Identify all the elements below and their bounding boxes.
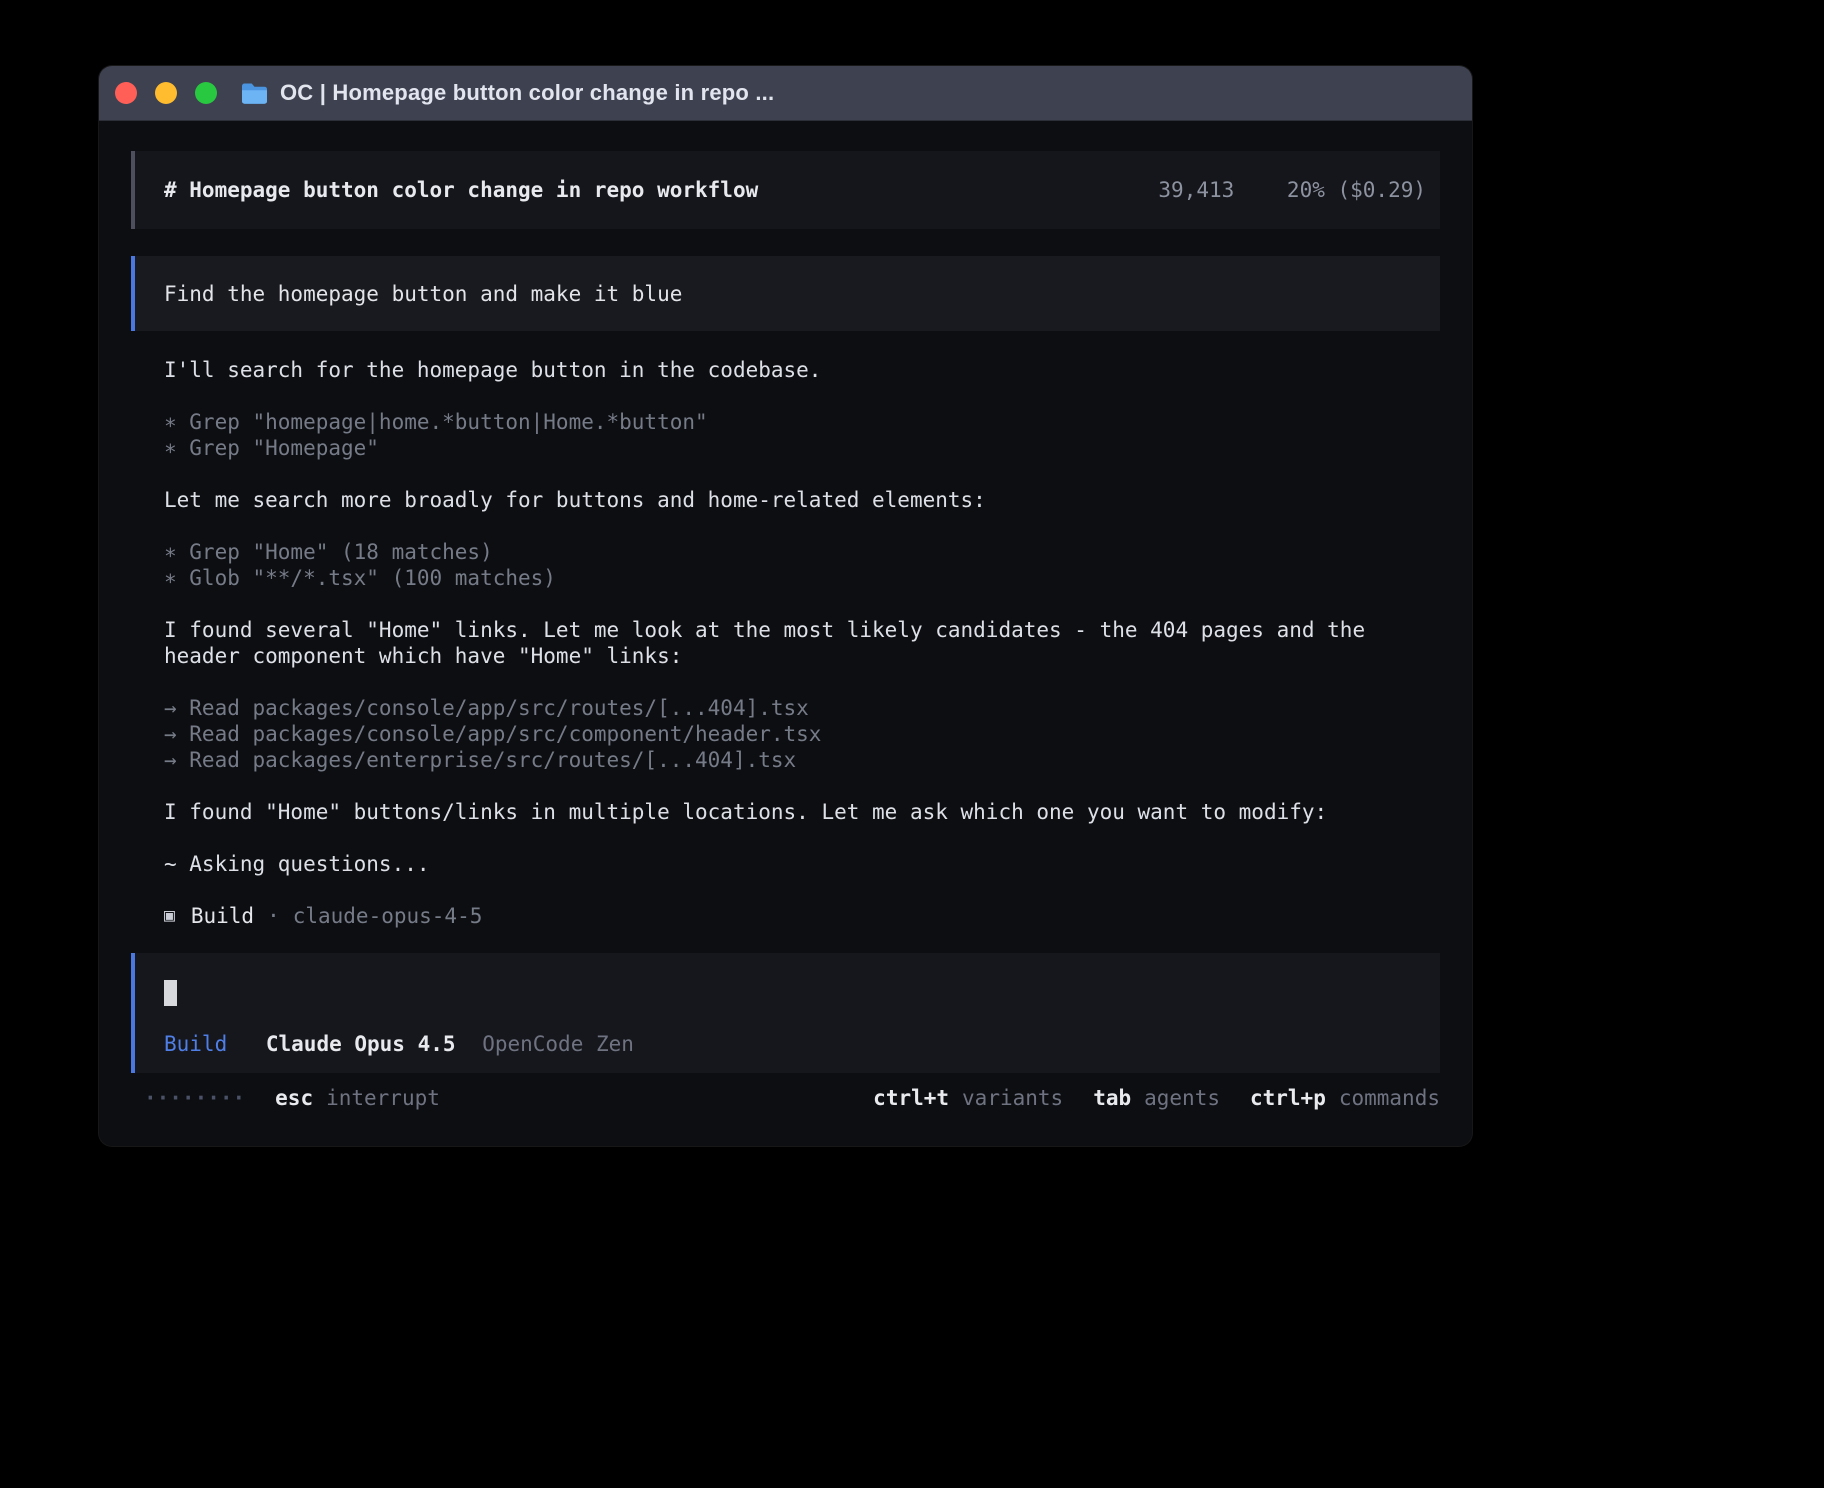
token-count: 39,413 xyxy=(1158,178,1234,202)
agent-icon: ▣ xyxy=(164,903,175,929)
asking-questions-status: ~ Asking questions... xyxy=(164,851,1440,877)
agents-hint[interactable]: tab agents xyxy=(1093,1085,1220,1111)
window-controls xyxy=(115,82,217,104)
close-button[interactable] xyxy=(115,82,137,104)
commands-hint[interactable]: ctrl+p commands xyxy=(1250,1085,1440,1111)
model-label[interactable]: Claude Opus 4.5 xyxy=(266,1032,456,1056)
tool-call-group: ∗ Grep "Home" (18 matches) ∗ Glob "**/*.… xyxy=(164,539,1440,591)
esc-label: interrupt xyxy=(326,1085,440,1111)
tool-call-group: → Read packages/console/app/src/routes/[… xyxy=(164,695,1440,773)
read-tool-call: → Read packages/enterprise/src/routes/[.… xyxy=(164,747,1440,773)
context-usage: 20% ($0.29) xyxy=(1287,178,1426,202)
variants-hint[interactable]: ctrl+t variants xyxy=(873,1085,1063,1111)
grep-tool-call: ∗ Grep "homepage|home.*button|Home.*butt… xyxy=(164,409,1440,435)
spinner-dots: ········ xyxy=(144,1085,245,1111)
grep-tool-call: ∗ Grep "Home" (18 matches) xyxy=(164,539,1440,565)
minimize-button[interactable] xyxy=(155,82,177,104)
desktop: OC | Homepage button color change in rep… xyxy=(0,0,1824,1488)
agent-info-row: ▣ Build · claude-opus-4-5 xyxy=(164,903,1440,929)
session-header: # Homepage button color change in repo w… xyxy=(131,151,1440,229)
input-cursor-line xyxy=(164,980,1426,1006)
window-title: OC | Homepage button color change in rep… xyxy=(280,80,774,106)
esc-key[interactable]: esc xyxy=(275,1085,313,1111)
agents-key: tab xyxy=(1093,1085,1131,1111)
commands-key: ctrl+p xyxy=(1250,1085,1326,1111)
status-left: ········ esc interrupt xyxy=(144,1085,440,1111)
assistant-text: I'll search for the homepage button in t… xyxy=(164,357,1440,383)
status-bar: ········ esc interrupt ctrl+t variants t… xyxy=(131,1085,1440,1111)
folder-icon xyxy=(241,82,268,104)
agent-name: Build xyxy=(191,903,254,929)
terminal-body: # Homepage button color change in repo w… xyxy=(99,122,1472,1146)
input-meta: Build Claude Opus 4.5 OpenCode Zen xyxy=(164,1031,1426,1057)
prompt-input[interactable]: Build Claude Opus 4.5 OpenCode Zen xyxy=(131,953,1440,1073)
commands-label: commands xyxy=(1339,1085,1440,1111)
terminal-window: OC | Homepage button color change in rep… xyxy=(99,66,1472,1146)
session-title: # Homepage button color change in repo w… xyxy=(164,177,758,203)
session-stats: 39,413 20% ($0.29) xyxy=(1158,177,1426,203)
user-message: Find the homepage button and make it blu… xyxy=(131,256,1440,331)
assistant-transcript: I'll search for the homepage button in t… xyxy=(164,357,1440,929)
read-tool-call: → Read packages/console/app/src/routes/[… xyxy=(164,695,1440,721)
variants-label: variants xyxy=(962,1085,1063,1111)
status-right: ctrl+t variants tab agents ctrl+p comman… xyxy=(873,1085,1440,1111)
agents-label: agents xyxy=(1144,1085,1220,1111)
grep-tool-call: ∗ Grep "Homepage" xyxy=(164,435,1440,461)
glob-tool-call: ∗ Glob "**/*.tsx" (100 matches) xyxy=(164,565,1440,591)
provider-label: OpenCode Zen xyxy=(482,1032,634,1056)
user-message-text: Find the homepage button and make it blu… xyxy=(164,281,682,307)
variants-key: ctrl+t xyxy=(873,1085,949,1111)
tool-call-group: ∗ Grep "homepage|home.*button|Home.*butt… xyxy=(164,409,1440,461)
assistant-text: I found several "Home" links. Let me loo… xyxy=(164,617,1440,669)
assistant-text: I found "Home" buttons/links in multiple… xyxy=(164,799,1440,825)
text-cursor xyxy=(164,980,177,1006)
agent-model: claude-opus-4-5 xyxy=(293,903,483,929)
assistant-text: Let me search more broadly for buttons a… xyxy=(164,487,1440,513)
agent-mode-label[interactable]: Build xyxy=(164,1032,227,1056)
read-tool-call: → Read packages/console/app/src/componen… xyxy=(164,721,1440,747)
window-titlebar[interactable]: OC | Homepage button color change in rep… xyxy=(99,66,1472,121)
zoom-button[interactable] xyxy=(195,82,217,104)
agent-separator: · xyxy=(267,903,280,929)
